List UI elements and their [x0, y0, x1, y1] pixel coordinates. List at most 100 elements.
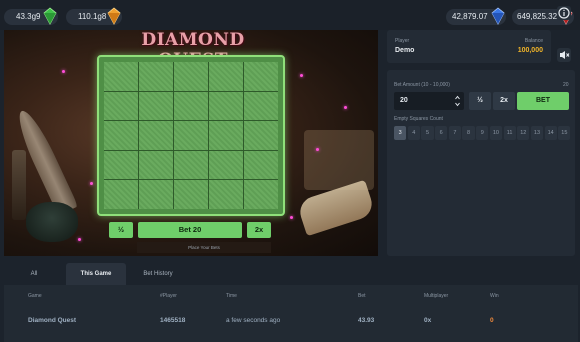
empty-count-option[interactable]: 8	[462, 126, 475, 140]
background-candle	[12, 150, 26, 220]
header-time: Time	[226, 293, 237, 299]
tile-grid	[104, 62, 278, 209]
tab-this-game[interactable]: This Game	[66, 263, 126, 285]
empty-count-option[interactable]: 3	[394, 126, 407, 140]
row-game: Diamond Quest	[28, 317, 77, 324]
info-icon	[558, 7, 570, 19]
balance-pill-orange[interactable]: 110.1g8	[66, 7, 122, 25]
grid-tile[interactable]	[174, 91, 208, 121]
balance-pill-blue[interactable]: 42,879.07	[446, 7, 506, 25]
empty-count-option[interactable]: 15	[558, 126, 571, 140]
empty-count-option[interactable]: 11	[503, 126, 516, 140]
grid-tile[interactable]	[209, 150, 243, 180]
empty-count-option[interactable]: 7	[448, 126, 461, 140]
grid-tile[interactable]	[139, 121, 173, 150]
bet-amount-label: Bet Amount (10 - 10,000)	[394, 82, 450, 88]
balance-orange-amount: 110.1g8	[78, 12, 107, 21]
header-bet: Bet	[358, 293, 366, 299]
row-player: 1465518	[160, 317, 186, 324]
empty-count-option[interactable]: 10	[489, 126, 502, 140]
place-bet-button[interactable]: BET	[517, 92, 569, 110]
player-value: Demo	[395, 47, 415, 54]
row-win: 0	[490, 317, 494, 324]
double-amount-button[interactable]: 2x	[493, 92, 515, 110]
grid-tile[interactable]	[209, 91, 243, 121]
sparkle	[78, 238, 81, 241]
empty-count-option[interactable]: 4	[407, 126, 420, 140]
player-label: Player	[395, 38, 410, 44]
grid-tile[interactable]	[209, 180, 243, 209]
sparkle	[344, 106, 347, 109]
grid-tile[interactable]	[139, 150, 173, 180]
orange-gem-icon	[107, 7, 121, 25]
history-table: Game #Player Time Bet Multiplayer Win Di…	[4, 285, 578, 342]
grid-tile[interactable]	[244, 91, 278, 121]
empty-count-option[interactable]: 5	[421, 126, 434, 140]
sparkle	[290, 216, 293, 219]
grid-tile[interactable]	[174, 180, 208, 209]
header-win: Win	[490, 293, 499, 299]
row-time: a few seconds ago	[226, 317, 281, 324]
stepper-icon[interactable]	[454, 94, 461, 108]
row-bet: 43.93	[358, 317, 375, 324]
info-button[interactable]	[557, 6, 571, 20]
grid-tile[interactable]	[244, 121, 278, 150]
grid-tile[interactable]	[174, 121, 208, 150]
grid-tile[interactable]	[104, 150, 138, 180]
header-player: #Player	[160, 293, 177, 299]
sparkle	[300, 74, 303, 77]
empty-count-option[interactable]: 14	[544, 126, 557, 140]
player-panel: Player Demo Balance 100,000	[387, 30, 551, 63]
sparkle	[90, 182, 93, 185]
bet-button[interactable]: Bet 20	[138, 222, 242, 238]
top-bar: 43.3g9 110.1g8 42,879.07 649,825.32	[0, 0, 580, 30]
grid-tile[interactable]	[244, 150, 278, 180]
grid-tile[interactable]	[139, 62, 173, 91]
grid-tile[interactable]	[174, 62, 208, 91]
place-bets-label: Place Your Bets	[137, 242, 271, 253]
mute-icon	[560, 51, 570, 59]
balance-label: Balance	[524, 38, 543, 44]
sparkle	[62, 70, 65, 73]
half-amount-button[interactable]: ½	[469, 92, 491, 110]
grid-tile[interactable]	[104, 121, 138, 150]
mute-button[interactable]	[557, 48, 571, 62]
balance-green-amount: 43.3g9	[16, 12, 41, 21]
game-board	[97, 55, 285, 216]
grid-tile[interactable]	[139, 91, 173, 121]
double-bet-button[interactable]: 2x	[247, 222, 271, 238]
empty-squares-selector: 3 4 5 6 7 8 9 10 11 12 13 14 15	[394, 126, 571, 140]
grid-tile[interactable]	[104, 91, 138, 121]
half-bet-button[interactable]: ½	[109, 222, 133, 238]
background-inkpot	[26, 202, 78, 242]
empty-count-option[interactable]: 6	[435, 126, 448, 140]
blue-gem-icon	[491, 7, 505, 25]
sparkle	[316, 148, 319, 151]
balance-blue-amount: 42,879.07	[452, 12, 488, 21]
bet-amount-input[interactable]: 20	[394, 92, 464, 110]
bet-amount-current: 20	[563, 82, 569, 88]
balance-red-amount: 649,825.32	[517, 12, 558, 21]
game-area: DIAMOND QUEST ½ Bet 20 2x Place Your Bet…	[4, 30, 378, 256]
empty-count-option[interactable]: 13	[530, 126, 544, 140]
green-gem-icon	[43, 7, 57, 25]
empty-squares-label: Empty Squares Count	[394, 116, 443, 122]
header-multiplayer: Multiplayer	[424, 293, 449, 299]
header-game: Game	[28, 293, 42, 299]
grid-tile[interactable]	[244, 180, 278, 209]
balance-value: 100,000	[517, 47, 543, 54]
bet-amount-value: 20	[400, 97, 408, 104]
grid-tile[interactable]	[244, 62, 278, 91]
grid-tile[interactable]	[104, 180, 138, 209]
empty-count-option[interactable]: 9	[476, 126, 489, 140]
grid-tile[interactable]	[139, 180, 173, 209]
balance-pill-green[interactable]: 43.3g9	[4, 7, 58, 25]
grid-tile[interactable]	[104, 62, 138, 91]
grid-tile[interactable]	[174, 150, 208, 180]
row-multiplier: 0x	[424, 317, 432, 324]
grid-tile[interactable]	[209, 121, 243, 150]
empty-count-option[interactable]: 12	[517, 126, 530, 140]
grid-tile[interactable]	[209, 62, 243, 91]
tab-all[interactable]: All	[4, 263, 64, 285]
tab-bet-history[interactable]: Bet History	[128, 263, 188, 285]
